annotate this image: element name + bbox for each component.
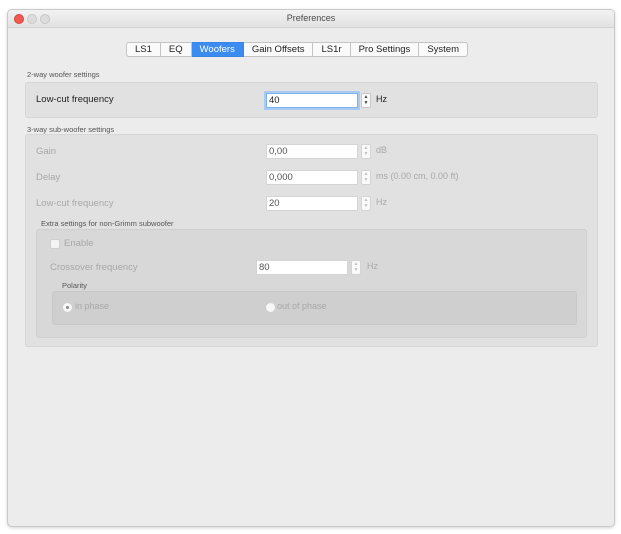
two-way-heading: 2-way woofer settings xyxy=(27,70,100,79)
enable-checkbox[interactable] xyxy=(50,239,60,249)
three-way-heading: 3-way sub-woofer settings xyxy=(27,125,115,134)
delay-input[interactable]: 0,000 xyxy=(266,170,358,185)
sub-lowcut-input[interactable]: 20 xyxy=(266,196,358,211)
tab-gain-offsets[interactable]: Gain Offsets xyxy=(243,42,314,57)
gain-stepper[interactable]: ▲ ▼ xyxy=(361,144,371,159)
sub-lowcut-unit: Hz xyxy=(376,197,387,207)
sub-lowcut-label: Low-cut frequency xyxy=(36,198,114,209)
delay-stepper[interactable]: ▲ ▼ xyxy=(361,170,371,185)
crossover-input[interactable]: 80 xyxy=(256,260,348,275)
tab-pro-settings[interactable]: Pro Settings xyxy=(350,42,420,57)
tab-bar: LS1 EQ Woofers Gain Offsets LS1r Pro Set… xyxy=(126,42,468,57)
delay-unit: ms (0.00 cm, 0.00 ft) xyxy=(376,171,459,181)
gain-unit: dB xyxy=(376,145,388,155)
sub-lowcut-stepper[interactable]: ▲ ▼ xyxy=(361,196,371,211)
tab-system[interactable]: System xyxy=(419,42,468,57)
polarity-group: in phase out of phase xyxy=(52,291,577,325)
preferences-window: Preferences LS1 EQ Woofers Gain Offsets … xyxy=(7,9,615,527)
out-of-phase-label: out of phase xyxy=(277,301,327,311)
gain-input[interactable]: 0,00 xyxy=(266,144,358,159)
enable-label: Enable xyxy=(64,238,94,249)
tab-eq[interactable]: EQ xyxy=(160,42,192,57)
polarity-heading: Polarity xyxy=(62,281,88,290)
tab-woofers[interactable]: Woofers xyxy=(191,42,244,57)
window-title: Preferences xyxy=(286,13,336,23)
two-way-group: Low-cut frequency 40 ▲ ▼ Hz xyxy=(25,82,598,118)
two-way-lowcut-stepper[interactable]: ▲ ▼ xyxy=(361,93,371,108)
tab-ls1[interactable]: LS1 xyxy=(126,42,161,57)
in-phase-radio[interactable] xyxy=(62,302,73,313)
gain-label: Gain xyxy=(36,146,57,157)
delay-label: Delay xyxy=(36,172,61,183)
title-bar: Preferences xyxy=(8,10,614,28)
crossover-unit: Hz xyxy=(367,261,378,271)
tab-ls1r[interactable]: LS1r xyxy=(313,42,351,57)
two-way-lowcut-input[interactable]: 40 xyxy=(266,93,358,108)
three-way-group: Gain 0,00 ▲ ▼ dB Delay 0,000 ▲ ▼ ms (0.00 … xyxy=(25,134,598,347)
out-of-phase-radio[interactable] xyxy=(265,302,276,313)
extra-settings-group: Enable Crossover frequency 80 ▲ ▼ Hz Pola… xyxy=(36,229,587,338)
crossover-label: Crossover frequency xyxy=(50,262,138,273)
two-way-lowcut-unit: Hz xyxy=(376,94,387,104)
crossover-stepper[interactable]: ▲ ▼ xyxy=(351,260,361,275)
two-way-lowcut-label: Low-cut frequency xyxy=(36,94,114,105)
extra-settings-heading: Extra settings for non-Grimm subwoofer xyxy=(41,219,174,228)
in-phase-label: in phase xyxy=(75,301,110,311)
